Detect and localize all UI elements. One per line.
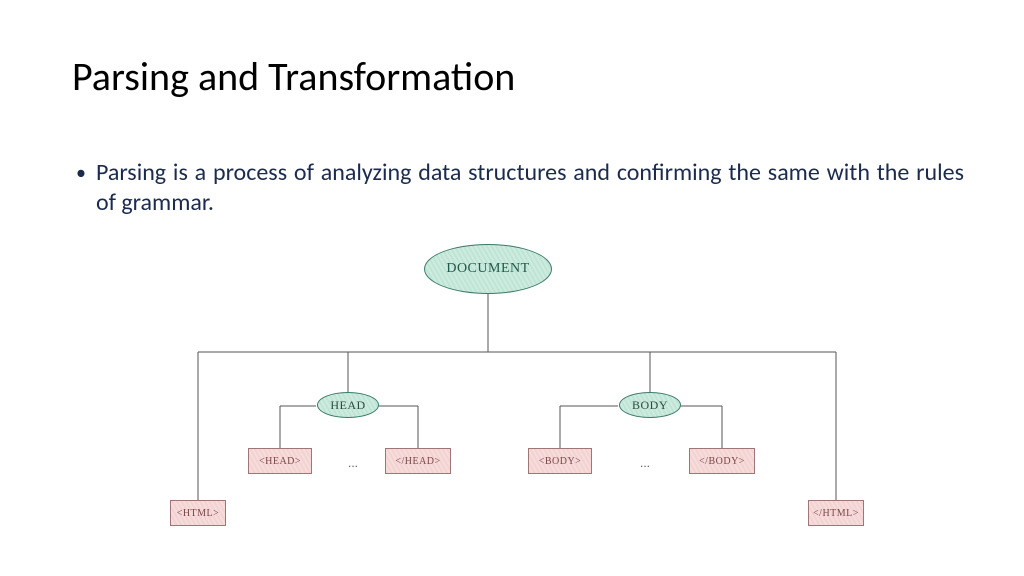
bullet-dot: • — [76, 158, 86, 188]
node-close-head: </HEAD> — [385, 448, 451, 474]
bullet-text: Parsing is a process of analyzing data s… — [96, 158, 964, 218]
node-open-html: <HTML> — [170, 500, 226, 526]
slide-title: Parsing and Transformation — [72, 52, 515, 101]
node-document: DOCUMENT — [424, 244, 552, 294]
node-open-head: <HEAD> — [248, 448, 312, 474]
node-head: HEAD — [317, 392, 379, 418]
node-close-html: </HTML> — [808, 500, 864, 526]
node-close-body: </BODY> — [689, 448, 755, 474]
slide: Parsing and Transformation • Parsing is … — [0, 0, 1024, 576]
bullet-item: • Parsing is a process of analyzing data… — [76, 158, 964, 218]
node-body: BODY — [619, 392, 681, 418]
ellipsis-head: ... — [348, 456, 358, 470]
node-open-body: <BODY> — [528, 448, 592, 474]
ellipsis-body: ... — [640, 456, 650, 470]
parse-tree-diagram: DOCUMENT HEAD BODY <HEAD> </HEAD> ... <B… — [150, 238, 890, 548]
